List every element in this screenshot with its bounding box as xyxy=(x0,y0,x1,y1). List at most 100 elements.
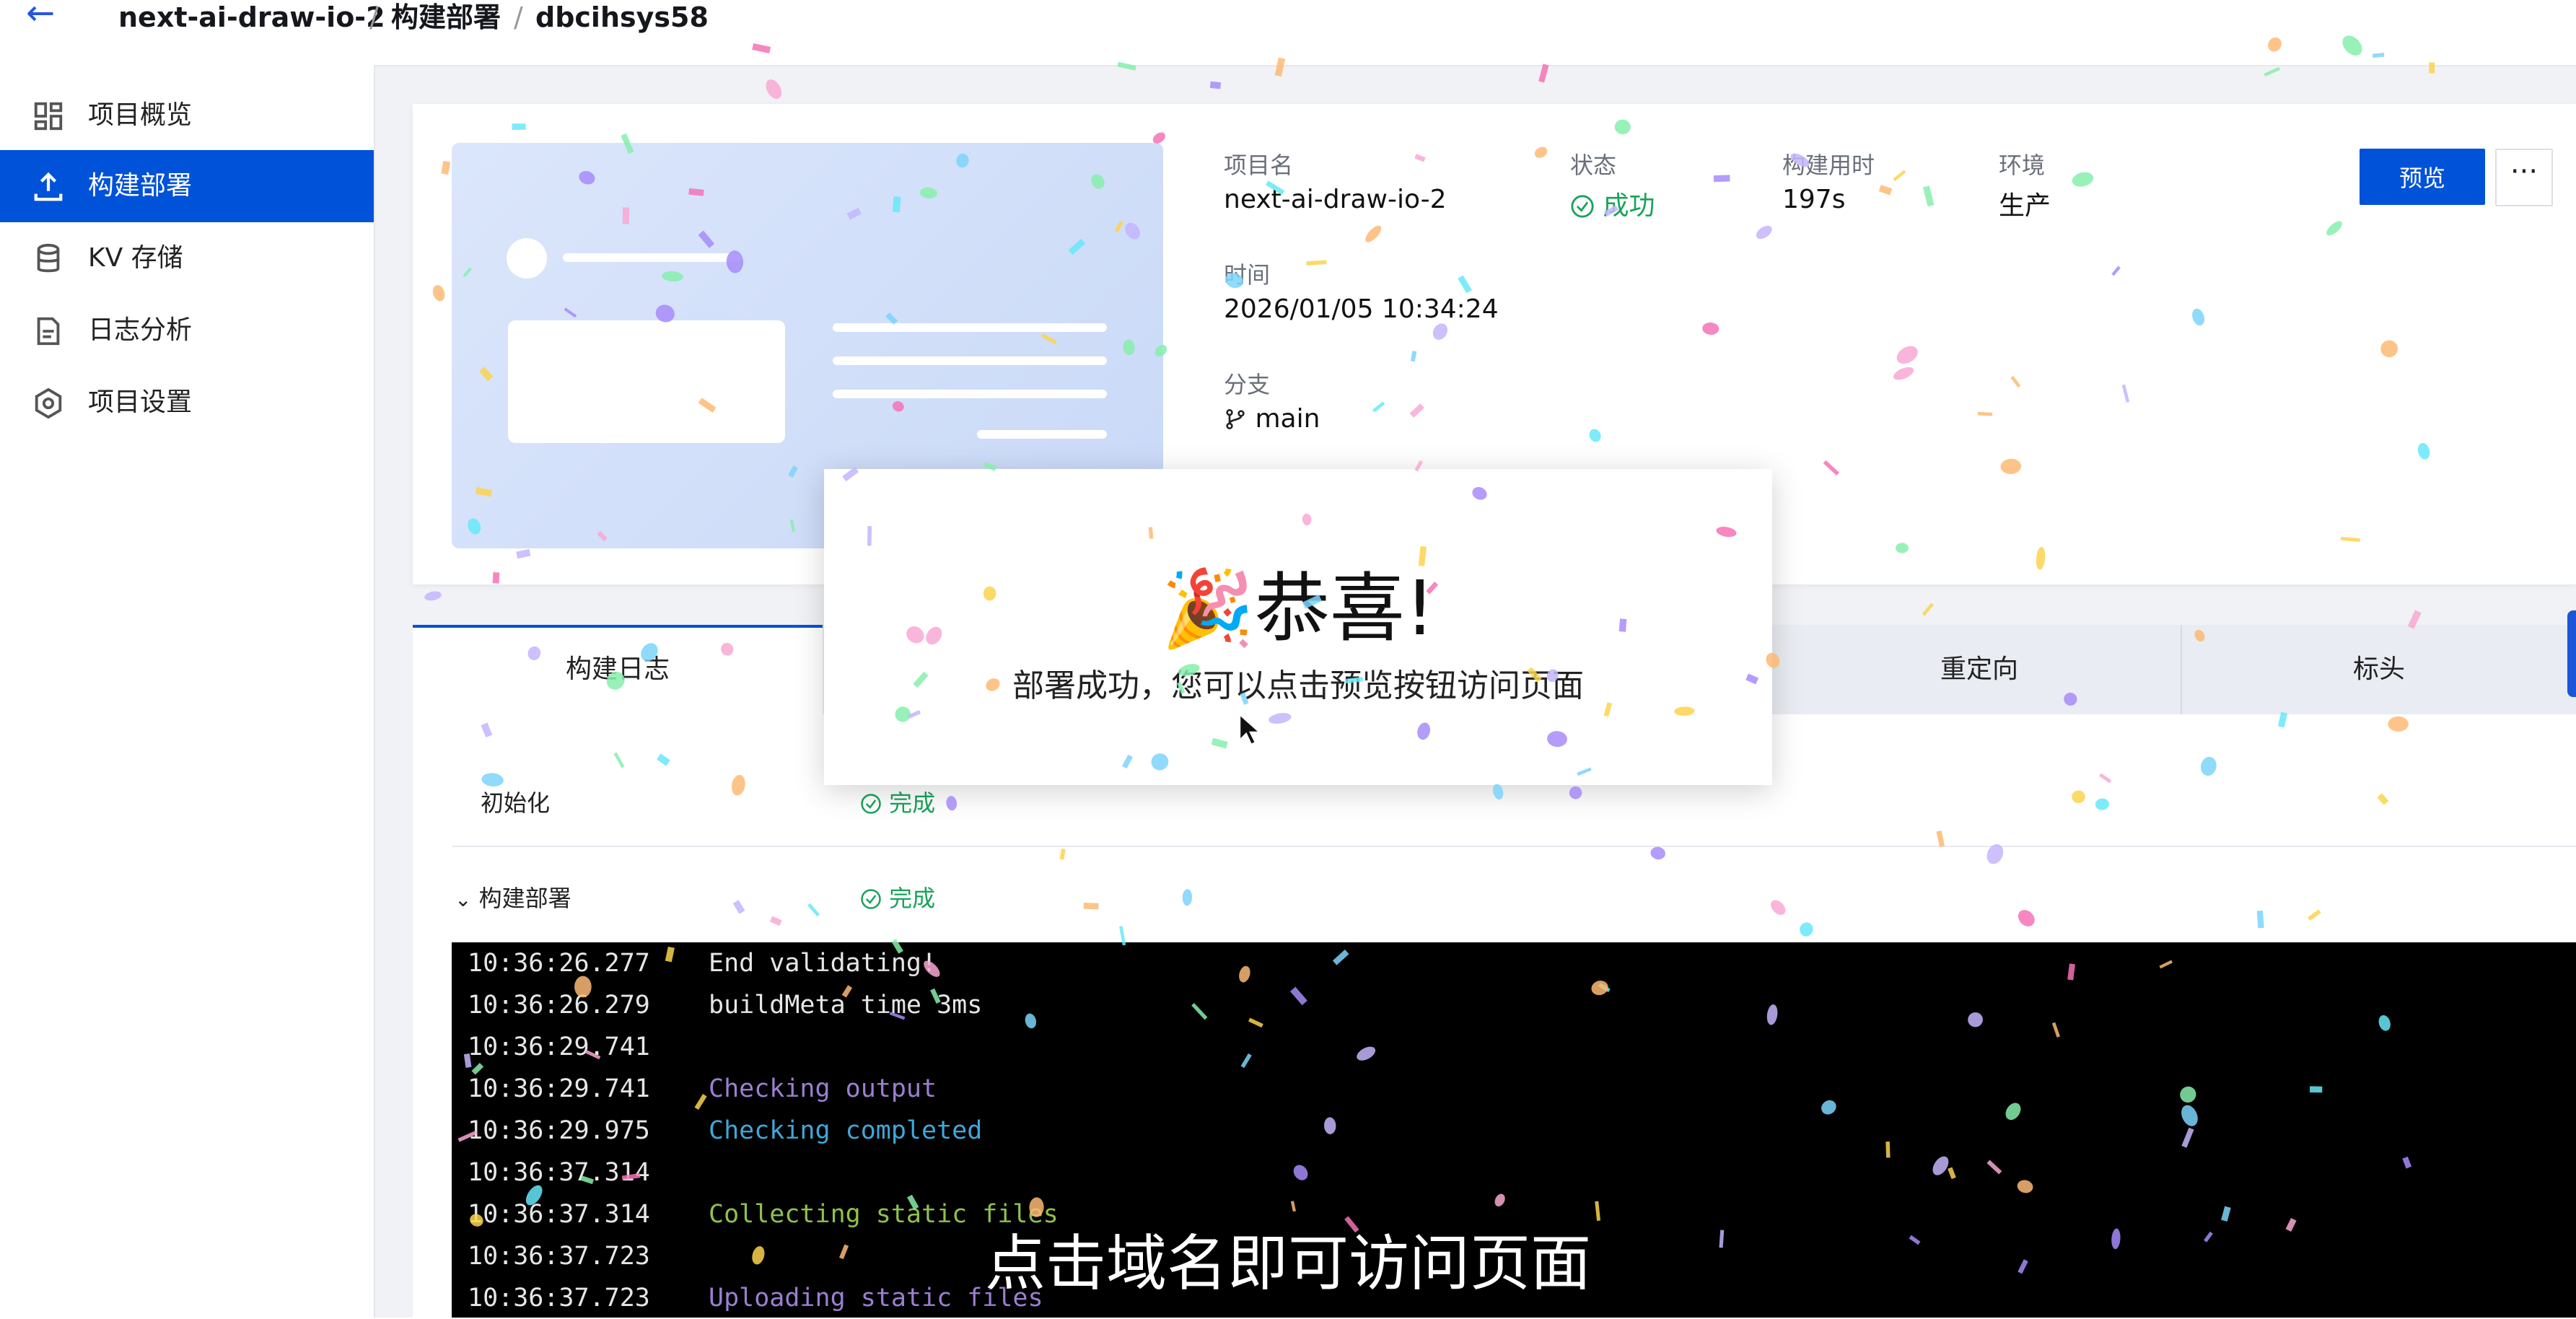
confetti-piece xyxy=(475,487,493,497)
confetti-piece xyxy=(2051,1022,2060,1038)
confetti-piece xyxy=(983,586,996,601)
confetti-piece xyxy=(769,916,782,926)
confetti-piece xyxy=(516,548,531,559)
confetti-piece xyxy=(688,188,704,196)
confetti-piece xyxy=(983,461,997,471)
confetti-piece xyxy=(656,753,670,766)
confetti-piece xyxy=(926,626,942,645)
confetti-piece xyxy=(892,196,901,213)
confetti-piece xyxy=(1266,180,1285,196)
confetti-piece xyxy=(2067,963,2075,981)
confetti-piece xyxy=(1240,1053,1252,1069)
confetti-piece xyxy=(842,466,859,482)
confetti-piece xyxy=(1372,401,1385,413)
confetti-piece xyxy=(2180,1086,2196,1103)
confetti-piece xyxy=(1713,175,1730,183)
confetti-piece xyxy=(1091,174,1105,189)
confetti-piece xyxy=(946,796,958,811)
confetti-piece xyxy=(1591,981,1608,996)
confetti-piece xyxy=(1209,81,1222,89)
confetti-piece xyxy=(920,187,937,199)
confetti-piece xyxy=(579,170,595,185)
confetti-piece xyxy=(424,591,442,601)
confetti-piece xyxy=(885,312,898,325)
confetti-piece xyxy=(606,671,625,690)
confetti-piece xyxy=(956,153,969,168)
confetti-piece xyxy=(1936,830,1945,847)
confetti-piece xyxy=(1986,1160,2002,1175)
confetti-piece xyxy=(2429,62,2435,74)
confetti-piece xyxy=(655,304,675,323)
confetti-piece xyxy=(1426,582,1439,595)
confetti-piece xyxy=(2378,1015,2391,1031)
confetti-piece xyxy=(1025,1013,1037,1029)
confetti-piece xyxy=(1922,185,1935,207)
confetti-piece xyxy=(698,398,717,413)
confetti-piece xyxy=(2201,756,2217,776)
confetti-piece xyxy=(846,207,862,220)
confetti-piece xyxy=(841,985,853,998)
confetti-piece xyxy=(432,285,445,302)
confetti-piece xyxy=(1893,367,1914,380)
confetti-piece xyxy=(621,1173,641,1180)
confetti-piece xyxy=(1766,1004,1778,1025)
confetti-piece xyxy=(1332,950,1349,965)
confetti-piece xyxy=(2095,798,2109,810)
confetti-piece xyxy=(2192,308,2205,326)
confetti-piece xyxy=(564,307,577,318)
confetti-piece xyxy=(2159,960,2173,969)
confetti-piece xyxy=(2111,266,2121,276)
confetti-piece xyxy=(1148,527,1154,539)
confetti-piece xyxy=(622,207,630,224)
confetti-piece xyxy=(2407,610,2422,629)
confetti-piece xyxy=(621,133,634,154)
confetti-piece xyxy=(463,267,472,278)
confetti-piece xyxy=(584,1049,601,1060)
confetti-piece xyxy=(891,939,903,954)
confetti-piece xyxy=(2264,66,2280,77)
confetti-piece xyxy=(1885,1141,1891,1158)
confetti-piece xyxy=(471,1063,484,1075)
confetti-piece xyxy=(1790,153,1810,167)
confetti-piece xyxy=(2372,53,2385,58)
confetti-piece xyxy=(2380,340,2398,358)
confetti-piece xyxy=(1432,323,1448,340)
confetti-piece xyxy=(2377,793,2389,805)
confetti-piece xyxy=(1716,527,1737,538)
confetti-piece xyxy=(2340,536,2360,543)
confetti-piece xyxy=(1458,275,1472,294)
confetti-piece xyxy=(1618,618,1627,632)
confetti-piece xyxy=(1650,846,1665,860)
confetti-piece xyxy=(1756,225,1772,240)
confetti-piece xyxy=(1702,322,1719,335)
confetti-piece xyxy=(441,160,451,175)
confetti-piece xyxy=(1414,460,1424,472)
confetti-piece xyxy=(1293,1165,1308,1180)
confetti-piece xyxy=(1968,1012,1983,1027)
confetti-piece xyxy=(2256,910,2264,929)
confetti-piece xyxy=(481,773,504,786)
confetti-piece xyxy=(732,900,745,914)
confetti-piece xyxy=(1345,677,1364,684)
confetti-piece xyxy=(913,671,929,688)
confetti-piece xyxy=(1151,753,1169,771)
confetti-piece xyxy=(2417,442,2430,460)
confetti-piece xyxy=(721,642,734,656)
confetti-piece xyxy=(457,1130,478,1142)
confetti-piece xyxy=(2268,37,2282,52)
confetti-piece xyxy=(1534,146,1548,158)
confetti-piece xyxy=(2017,1180,2033,1193)
right-edge-tab xyxy=(2567,610,2576,697)
confetti-piece xyxy=(732,774,745,796)
confetti-piece xyxy=(1674,706,1695,716)
confetti-piece xyxy=(1771,900,1786,915)
confetti-piece xyxy=(1922,602,1934,616)
confetti-piece xyxy=(986,678,1000,691)
confetti-piece xyxy=(481,722,493,738)
confetti-piece xyxy=(1494,1193,1505,1206)
confetti-piece xyxy=(1211,737,1228,749)
confetti-piece xyxy=(766,79,782,100)
confetti-piece xyxy=(1155,345,1167,357)
confetti-piece xyxy=(2018,910,2035,926)
confetti-piece xyxy=(1823,460,1839,476)
